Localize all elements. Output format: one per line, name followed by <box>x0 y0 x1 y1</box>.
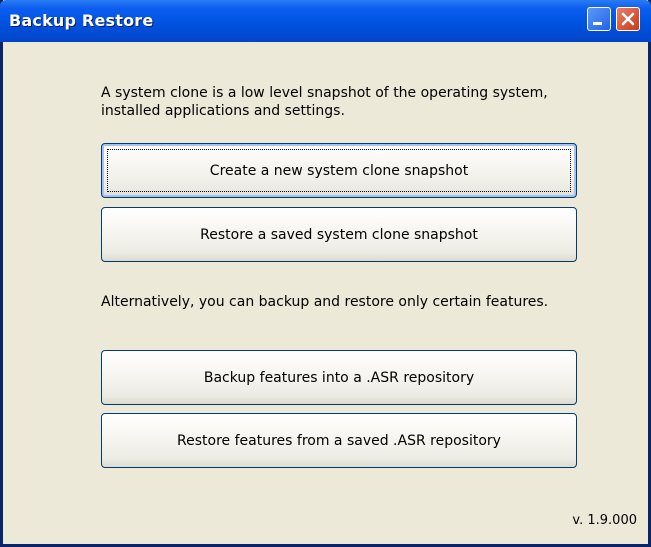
restore-features-button[interactable]: Restore features from a saved .ASR repos… <box>101 413 577 468</box>
backup-restore-window: Backup Restore A system clone is a low l… <box>0 0 651 547</box>
title-bar[interactable]: Backup Restore <box>0 0 651 42</box>
create-clone-button[interactable]: Create a new system clone snapshot <box>101 143 577 198</box>
restore-clone-button[interactable]: Restore a saved system clone snapshot <box>101 207 577 262</box>
close-button[interactable] <box>616 7 640 31</box>
clone-description: A system clone is a low level snapshot o… <box>101 85 548 119</box>
restore-features-button-label: Restore features from a saved .ASR repos… <box>177 432 501 449</box>
backup-features-button[interactable]: Backup features into a .ASR repository <box>101 350 577 405</box>
close-icon <box>621 12 635 26</box>
version-label: v. 1.9.000 <box>572 513 637 528</box>
backup-features-button-label: Backup features into a .ASR repository <box>203 369 475 386</box>
minimize-button[interactable] <box>587 7 611 31</box>
create-clone-button-label: Create a new system clone snapshot <box>209 162 469 179</box>
window-title: Backup Restore <box>9 11 154 30</box>
features-description: Alternatively, you can backup and restor… <box>101 294 549 310</box>
restore-clone-button-label: Restore a saved system clone snapshot <box>200 226 478 243</box>
